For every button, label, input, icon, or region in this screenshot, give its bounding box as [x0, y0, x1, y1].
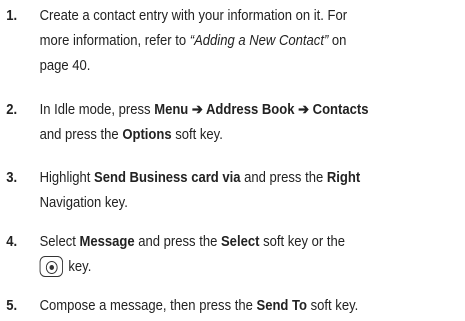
- text-fragment: soft key or the: [259, 234, 346, 250]
- step-text: Highlight Send Business card via and pre…: [40, 166, 463, 216]
- menu-label: Menu: [154, 102, 189, 118]
- text-fragment: soft key.: [307, 298, 359, 314]
- arrow: ➔: [294, 102, 313, 118]
- step-number: 3.: [6, 170, 18, 186]
- text-fragment: Select: [39, 234, 80, 250]
- step-number: 1.: [6, 8, 18, 24]
- options-label: Options: [122, 127, 172, 143]
- text-fragment: and press the: [39, 127, 123, 143]
- message-label: Message: [79, 234, 135, 250]
- arrow: ➔: [188, 102, 206, 118]
- step-1: 1. Create a contact entry with your info…: [0, 4, 463, 79]
- step-line: key.: [39, 255, 463, 280]
- step-line: more information, refer to “Adding a New…: [40, 29, 463, 54]
- text-fragment: and press the: [134, 234, 221, 250]
- text-fragment: In Idle mode, press: [39, 102, 155, 118]
- text-fragment: Highlight: [39, 170, 95, 186]
- step-line: and press the Options soft key.: [40, 123, 463, 148]
- text-fragment: more information, refer to: [39, 33, 190, 49]
- step-4: 4. Select Message and press the Select s…: [0, 230, 463, 280]
- step-line: In Idle mode, press Menu ➔ Address Book …: [40, 98, 463, 123]
- step-text: Compose a message, then press the Send T…: [40, 294, 463, 319]
- step-line: page 40.: [39, 58, 91, 74]
- text-fragment: soft key.: [171, 127, 223, 143]
- step-2: 2. In Idle mode, press Menu ➔ Address Bo…: [0, 98, 463, 148]
- step-text: Select Message and press the Select soft…: [39, 230, 463, 280]
- select-label: Select: [220, 234, 260, 250]
- step-line: Highlight Send Business card via and pre…: [40, 166, 463, 191]
- address-book-label: Address Book: [205, 102, 295, 118]
- instruction-page: 1. Create a contact entry with your info…: [0, 0, 464, 321]
- contacts-label: Contacts: [312, 102, 369, 118]
- step-text: In Idle mode, press Menu ➔ Address Book …: [40, 98, 463, 148]
- send-to-label: Send To: [256, 298, 308, 314]
- step-number: 5.: [6, 298, 18, 314]
- step-number: 4.: [6, 234, 18, 250]
- text-fragment: key.: [68, 259, 92, 275]
- step-line: Create a contact entry with your informa…: [39, 8, 348, 24]
- text-fragment: on: [328, 33, 347, 49]
- cross-reference-link[interactable]: “Adding a New Contact”: [190, 33, 329, 49]
- step-number: 2.: [6, 102, 18, 118]
- center-select-key-icon: [39, 256, 63, 277]
- step-line: Navigation key.: [39, 195, 128, 211]
- step-line: Compose a message, then press the Send T…: [40, 294, 463, 319]
- text-fragment: Compose a message, then press the: [39, 298, 257, 314]
- step-line: Select Message and press the Select soft…: [40, 230, 463, 255]
- right-label: Right: [326, 170, 361, 186]
- step-5: 5. Compose a message, then press the Sen…: [0, 294, 463, 319]
- send-business-card-label: Send Business card via: [94, 170, 241, 186]
- step-3: 3. Highlight Send Business card via and …: [0, 166, 463, 216]
- text-fragment: and press the: [240, 170, 327, 186]
- step-text: Create a contact entry with your informa…: [40, 4, 463, 79]
